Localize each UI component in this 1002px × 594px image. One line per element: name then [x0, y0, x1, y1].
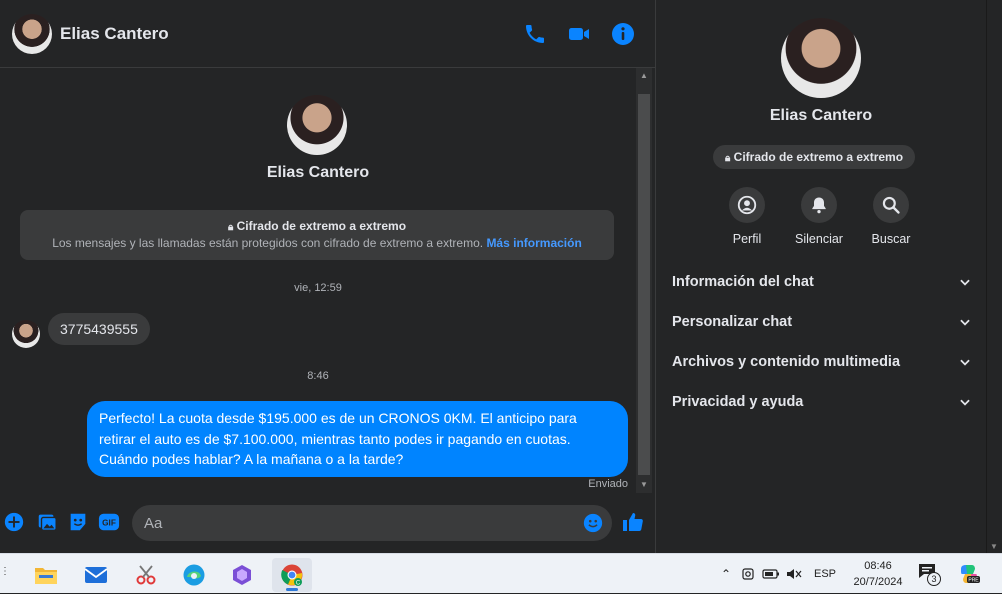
message-input-box[interactable]: [132, 505, 612, 541]
section-privacy-help[interactable]: Privacidad y ayuda: [672, 382, 972, 422]
window-edge-scrollbar: ▼: [986, 0, 1002, 553]
scroll-down-arrow[interactable]: ▼: [990, 542, 998, 551]
sticker-icon[interactable]: [67, 511, 89, 533]
system-tray: ⌃ ESP: [716, 554, 836, 594]
section-files-media[interactable]: Archivos y contenido multimedia: [672, 342, 972, 382]
timestamp: vie, 12:59: [294, 282, 342, 294]
incoming-message[interactable]: 3775439555: [48, 313, 150, 345]
lock-icon: 🔒︎: [725, 153, 731, 164]
chevron-down-icon: [960, 279, 970, 286]
mute-label: Silenciar: [795, 232, 843, 246]
scroll-up-arrow[interactable]: ▲: [636, 68, 652, 84]
gif-icon[interactable]: GIF: [98, 511, 120, 533]
encryption-notice: 🔒︎ Cifrado de extremo a extremo Los mens…: [20, 210, 614, 260]
timestamp: 8:46: [307, 370, 329, 382]
contact-name[interactable]: Elias Cantero: [60, 24, 169, 44]
copilot-app-icon[interactable]: [222, 558, 262, 592]
search-label: Buscar: [871, 232, 911, 246]
bell-icon: [812, 197, 826, 214]
search-icon: [882, 196, 900, 214]
chevron-down-icon: [960, 319, 970, 326]
profile-icon: [737, 195, 757, 215]
image-icon[interactable]: [36, 511, 58, 533]
info-icon[interactable]: [611, 22, 635, 46]
svg-text:PRE: PRE: [968, 578, 979, 584]
message-thread[interactable]: Elias Cantero 🔒︎ Cifrado de extremo a ex…: [0, 68, 636, 493]
chrome-icon[interactable]: C: [272, 558, 312, 592]
clock[interactable]: 08:46 20/7/2024: [850, 558, 906, 590]
scrollbar-thumb[interactable]: [638, 94, 650, 475]
details-contact-name: Elias Cantero: [769, 107, 873, 124]
video-call-icon[interactable]: [567, 22, 591, 46]
contact-avatar[interactable]: [12, 14, 52, 54]
menu-dots-icon[interactable]: ⋮: [0, 566, 10, 580]
like-icon[interactable]: [621, 510, 645, 534]
snipping-tool-icon[interactable]: [126, 558, 166, 592]
edge-icon[interactable]: [174, 558, 214, 592]
clock-date: 20/7/2024: [853, 576, 903, 588]
clock-time: 08:46: [864, 560, 892, 572]
battery-icon[interactable]: [762, 568, 780, 580]
thread-contact-name: Elias Cantero: [266, 164, 370, 181]
plus-icon[interactable]: [3, 511, 25, 533]
lock-icon: 🔒︎: [227, 222, 234, 233]
section-chat-info[interactable]: Información del chat: [672, 262, 972, 302]
copilot-icon[interactable]: PRE: [958, 563, 980, 590]
emoji-icon[interactable]: [582, 512, 604, 534]
scroll-down-arrow[interactable]: ▼: [636, 477, 652, 493]
chat-details-panel: Elias Cantero 🔒︎ Cifrado de extremo a ex…: [656, 0, 986, 553]
volume-muted-icon[interactable]: [786, 567, 802, 581]
delivery-status: Enviado: [588, 478, 628, 490]
composer: GIF: [0, 493, 655, 553]
messenger-window: Elias Cantero Elias Cantero 🔒︎ Cifrado d…: [0, 0, 1002, 553]
chat-header: Elias Cantero: [0, 0, 655, 68]
outgoing-message[interactable]: Perfecto! La cuota desde $195.000 es de …: [87, 401, 628, 477]
notifications-icon[interactable]: 3: [918, 563, 942, 587]
notification-count: 3: [927, 572, 941, 586]
profile-label: Perfil: [732, 232, 762, 246]
encryption-title: Cifrado de extremo a extremo: [236, 219, 407, 233]
details-avatar: [781, 18, 861, 98]
more-info-link[interactable]: Más información: [486, 236, 581, 250]
taskbar: ⋮ C ⌃ ESP 08:46 20/7/2024 3 PRE: [0, 553, 1002, 593]
chat-panel: Elias Cantero Elias Cantero 🔒︎ Cifrado d…: [0, 0, 655, 553]
section-customize-chat[interactable]: Personalizar chat: [672, 302, 972, 342]
chevron-down-icon: [960, 359, 970, 366]
encryption-badge: 🔒︎ Cifrado de extremo a extremo: [713, 145, 916, 169]
mute-action[interactable]: Silenciar: [783, 187, 855, 246]
svg-text:C: C: [296, 581, 301, 587]
svg-text:GIF: GIF: [102, 519, 116, 528]
profile-action[interactable]: Perfil: [711, 187, 783, 246]
chevron-up-icon[interactable]: ⌃: [716, 567, 736, 581]
message-input[interactable]: [132, 505, 562, 541]
language-indicator[interactable]: ESP: [814, 568, 836, 580]
thread-scrollbar[interactable]: ▲ ▼: [636, 68, 652, 493]
mail-icon[interactable]: [76, 558, 116, 592]
incoming-avatar: [12, 320, 40, 348]
phone-icon[interactable]: [523, 22, 547, 46]
camera-icon[interactable]: [740, 566, 756, 582]
search-action[interactable]: Buscar: [855, 187, 927, 246]
encryption-body: Los mensajes y las llamadas están proteg…: [52, 236, 484, 250]
file-explorer-icon[interactable]: [26, 558, 66, 592]
thread-contact-avatar: [287, 95, 347, 155]
chevron-down-icon: [960, 399, 970, 406]
